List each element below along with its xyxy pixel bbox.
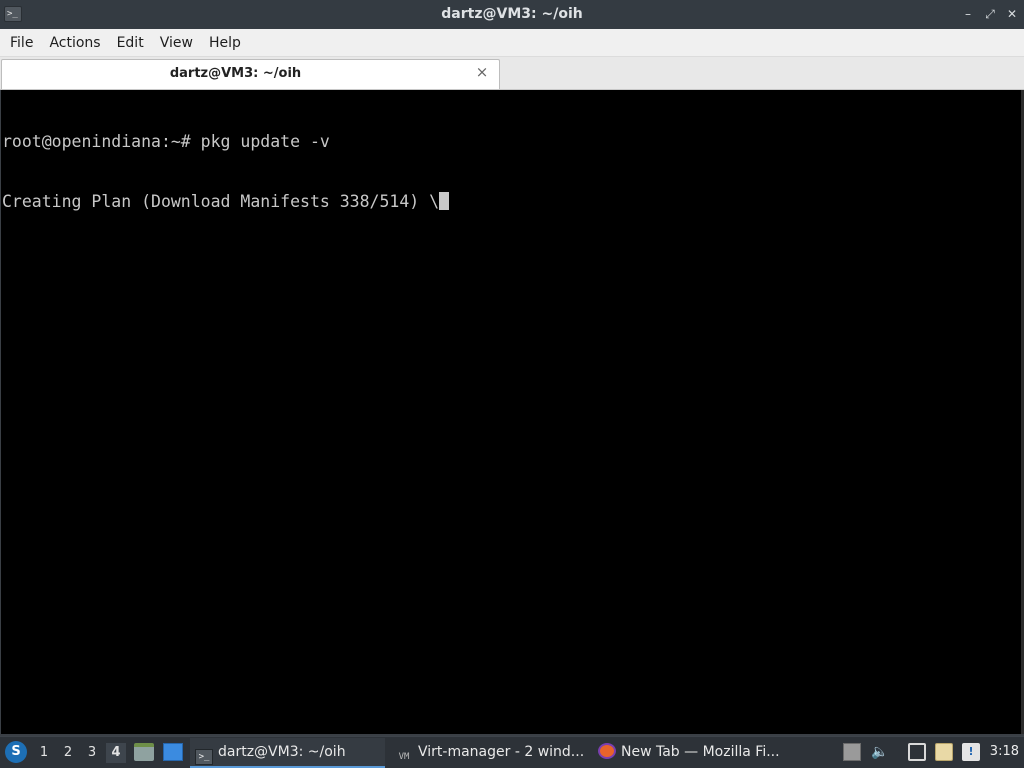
minimize-icon[interactable]: –: [959, 5, 977, 23]
tray-app-icon[interactable]: [843, 743, 861, 761]
workspace-2-button[interactable]: 2: [58, 743, 78, 763]
window-title: dartz@VM3: ~/oih: [441, 6, 583, 22]
terminal-line-text: Creating Plan (Download Manifests 338/51…: [2, 192, 440, 211]
clipboard-icon[interactable]: [935, 743, 953, 761]
menu-bar: File Actions Edit View Help: [0, 29, 1024, 57]
volume-icon[interactable]: 🔈: [871, 743, 889, 761]
close-icon[interactable]: ✕: [1003, 5, 1021, 23]
terminal-output[interactable]: root@openindiana:~# pkg update -v Creati…: [1, 90, 1023, 734]
terminal-cursor: [439, 192, 450, 210]
task-firefox[interactable]: New Tab — Mozilla Fi...: [596, 738, 791, 768]
network-icon[interactable]: [908, 743, 926, 761]
maximize-icon[interactable]: ⤢: [981, 5, 999, 23]
terminal-line-current: Creating Plan (Download Manifests 338/51…: [2, 192, 1022, 212]
menu-edit[interactable]: Edit: [111, 30, 150, 56]
start-menu-icon[interactable]: S: [5, 741, 27, 763]
task-label: New Tab — Mozilla Fi...: [621, 744, 780, 760]
clock[interactable]: 3:18: [990, 744, 1019, 759]
updates-icon[interactable]: !: [962, 743, 980, 761]
menu-actions[interactable]: Actions: [43, 30, 106, 56]
terminal-line: root@openindiana:~# pkg update -v: [2, 132, 330, 151]
show-desktop-icon[interactable]: [163, 743, 183, 761]
tab-terminal[interactable]: dartz@VM3: ~/oih ×: [1, 59, 500, 89]
menu-file[interactable]: File: [4, 30, 39, 56]
workspace-4-button[interactable]: 4: [106, 743, 126, 763]
virt-manager-icon: VM: [398, 752, 410, 762]
menu-help[interactable]: Help: [203, 30, 247, 56]
workspace-1-button[interactable]: 1: [34, 743, 54, 763]
task-label: Virt-manager - 2 wind...: [418, 744, 585, 760]
window-titlebar: >_ dartz@VM3: ~/oih – ⤢ ✕: [0, 0, 1024, 29]
tab-close-icon[interactable]: ×: [474, 64, 490, 80]
tab-label: dartz@VM3: ~/oih: [169, 66, 302, 81]
menu-view[interactable]: View: [154, 30, 199, 56]
firefox-icon: [598, 743, 616, 759]
file-manager-icon[interactable]: [134, 743, 154, 761]
task-label: dartz@VM3: ~/oih: [218, 744, 346, 760]
terminal-icon: >_: [195, 749, 213, 765]
task-terminal[interactable]: >_ dartz@VM3: ~/oih: [190, 738, 385, 768]
taskbar: S 1 2 3 4 >_ dartz@VM3: ~/oih VM Virt-mana…: [0, 736, 1024, 768]
tab-bar: dartz@VM3: ~/oih ×: [0, 57, 1024, 90]
workspace-3-button[interactable]: 3: [82, 743, 102, 763]
task-virt-manager[interactable]: VM Virt-manager - 2 wind...: [393, 738, 588, 768]
